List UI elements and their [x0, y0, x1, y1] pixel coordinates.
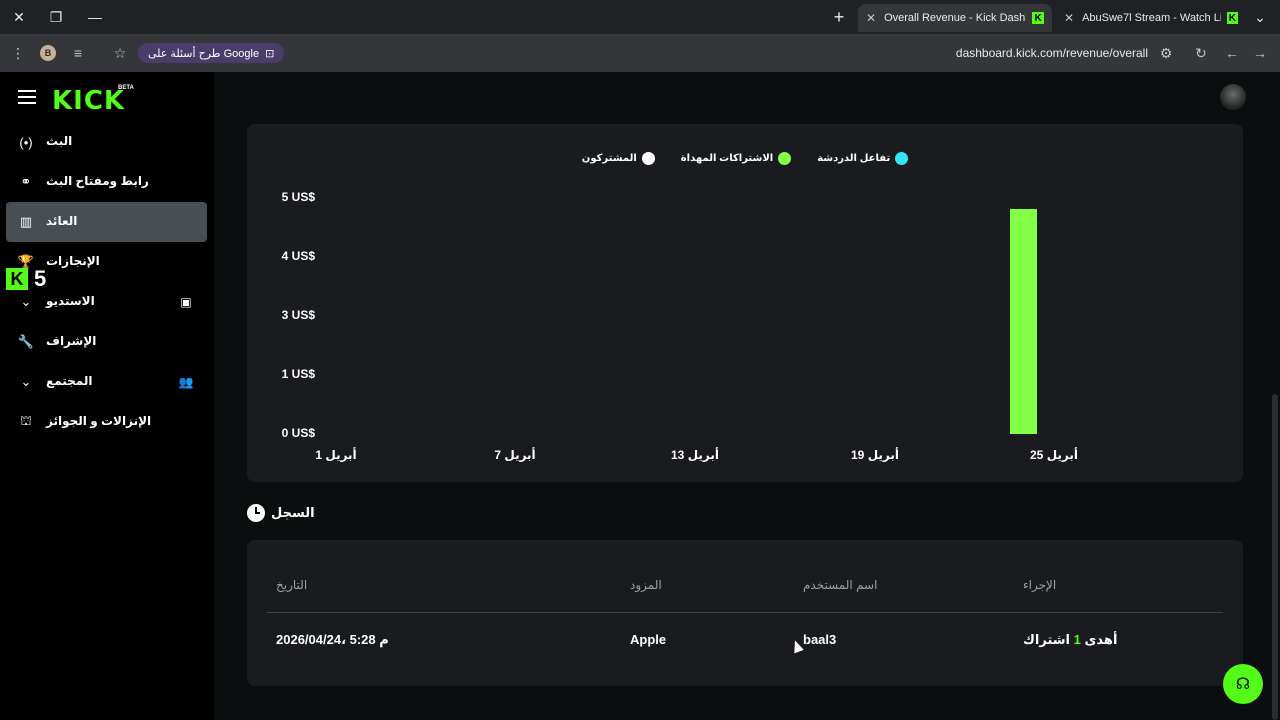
google-ask-chip[interactable]: طرح أسئلة على Google ⊡	[138, 43, 285, 63]
tab-title: Overall Revenue - Kick Dashboard	[884, 12, 1026, 24]
revenue-icon: ▥	[19, 214, 33, 229]
kick-favicon-icon: K	[1032, 12, 1044, 24]
legend-dot	[895, 152, 909, 165]
bookmark-star-icon[interactable]: ☆	[110, 43, 130, 63]
x-tick-label: أبريل 7	[494, 448, 536, 462]
tab-search-icon[interactable]: ⌄	[1250, 6, 1270, 28]
y-tick-label: 5 US$	[281, 190, 315, 204]
link-icon: ⚭	[20, 174, 32, 189]
column-header-action: الإجراء	[1023, 578, 1057, 592]
x-tick-label: أبريل 1	[315, 448, 357, 462]
sidebar-item-label: الإنزالات و الجوائز	[46, 414, 152, 428]
x-tick-label: أبريل 25	[1030, 448, 1078, 462]
table-divider	[267, 612, 1223, 613]
sidebar-item-label: الإشراف	[46, 334, 97, 348]
legend-item-subscribers[interactable]: المشتركون	[582, 152, 655, 165]
tune-icon[interactable]: ≡	[68, 43, 88, 63]
sidebar-item-label: الإنجازات	[46, 254, 100, 268]
cell-action: أهدى 1 اشتراك	[1023, 632, 1117, 648]
beta-badge: BETA	[118, 85, 134, 91]
overlay-count: 5	[34, 266, 47, 291]
chart-legend: تفاعل الدردشة الاشتراكات المهداة المشترك…	[247, 152, 1243, 165]
cell-username: baal3	[803, 632, 837, 647]
hamburger-menu-icon[interactable]	[18, 90, 36, 104]
studio-icon: ▣	[180, 295, 192, 309]
chevron-down-icon: ⌄	[20, 294, 32, 309]
headset-icon: ☊	[1235, 676, 1251, 693]
y-tick-label: 4 US$	[281, 249, 315, 263]
legend-item-gifted-subs[interactable]: الاشتراكات المهداة	[680, 152, 792, 165]
legend-dot	[641, 152, 655, 165]
more-menu-icon[interactable]: ⋮	[8, 43, 28, 63]
sidebar: KICK BETA (•) البث ⚭ رابط ومفتاح البث ▥ …	[0, 72, 214, 720]
sidebar-item-stream-key[interactable]: ⚭ رابط ومفتاح البث	[6, 162, 207, 202]
wrench-icon: 🔧	[17, 334, 35, 349]
minimize-window-icon[interactable]: —	[84, 6, 106, 28]
support-chat-button[interactable]: ☊	[1223, 664, 1263, 704]
y-tick-label: 0 US$	[281, 426, 315, 440]
broadcast-icon: (•)	[19, 134, 33, 150]
sidebar-item-broadcast[interactable]: (•) البث	[6, 122, 207, 162]
legend-dot	[778, 152, 792, 165]
y-tick-label: 1 US$	[281, 367, 315, 381]
x-tick-label: أبريل 19	[851, 448, 899, 462]
back-icon[interactable]: →	[1250, 43, 1270, 63]
action-count: 1	[1073, 632, 1081, 647]
tab-title: AbuSwe7l Stream - Watch Live	[1082, 12, 1221, 24]
kick-logo[interactable]: KICK	[52, 86, 125, 116]
close-tab-icon[interactable]: ✕	[1064, 11, 1074, 25]
sidebar-item-community[interactable]: ⌄ المجتمع 👥	[6, 362, 207, 402]
history-header: السجل	[247, 504, 315, 522]
tab-overall-revenue[interactable]: ✕ Overall Revenue - Kick Dashboard K	[858, 4, 1052, 32]
x-tick-label: أبريل 13	[671, 448, 719, 462]
profile-avatar[interactable]: B	[40, 45, 56, 61]
sidebar-item-label: المجتمع	[46, 374, 93, 388]
revenue-chart-card: تفاعل الدردشة الاشتراكات المهداة المشترك…	[247, 124, 1243, 482]
sidebar-item-label: البث	[46, 134, 73, 148]
history-table: التاريخ المزود اسم المستخدم الإجراء 2026…	[247, 540, 1243, 686]
sidebar-item-moderation[interactable]: 🔧 الإشراف	[6, 322, 207, 362]
y-tick-label: 3 US$	[281, 308, 315, 322]
kick-favicon-icon: K	[1226, 12, 1238, 24]
page-scrollbar[interactable]	[1272, 394, 1278, 720]
chevron-down-icon: ⌄	[20, 374, 32, 389]
column-header-date: التاريخ	[276, 578, 308, 592]
site-settings-icon[interactable]: ⚙	[1156, 43, 1176, 63]
browser-tab-bar: ✕ ❐ — + ✕ Overall Revenue - Kick Dashboa…	[0, 0, 1280, 34]
sidebar-item-label: العائد	[46, 214, 78, 228]
action-prefix: أهدى	[1084, 632, 1118, 647]
address-bar[interactable]: dashboard.kick.com/revenue/overall	[900, 46, 1148, 60]
clock-icon	[247, 504, 265, 522]
close-tab-icon[interactable]: ✕	[866, 11, 876, 25]
tab-abuswe7l-stream[interactable]: ✕ AbuSwe7l Stream - Watch Live K	[1056, 4, 1246, 32]
sidebar-item-label: رابط ومفتاح البث	[46, 174, 149, 188]
legend-label: تفاعل الدردشة	[817, 153, 891, 164]
legend-label: الاشتراكات المهداة	[680, 153, 774, 164]
history-title: السجل	[271, 505, 315, 520]
chip-label: طرح أسئلة على Google	[148, 47, 260, 60]
sidebar-item-label: الاستديو	[46, 294, 95, 308]
action-suffix: اشتراك	[1023, 632, 1071, 647]
dashboard-page: KICK BETA (•) البث ⚭ رابط ومفتاح البث ▥ …	[0, 72, 1280, 720]
restore-window-icon[interactable]: ❐	[45, 6, 67, 28]
legend-item-chat-engagement[interactable]: تفاعل الدردشة	[817, 152, 909, 165]
kick-count-overlay: K 5	[6, 266, 46, 292]
user-avatar[interactable]	[1220, 84, 1246, 110]
cell-date: 2026/04/24، 5:28 م	[276, 632, 389, 647]
new-tab-button[interactable]: +	[828, 6, 850, 28]
drops-icon: ⛫	[20, 413, 32, 428]
forward-icon[interactable]: ←	[1222, 43, 1242, 63]
column-header-provider: المزود	[630, 578, 662, 592]
lens-icon: ⊡	[265, 47, 275, 60]
close-window-icon[interactable]: ✕	[8, 6, 30, 28]
sidebar-item-drops[interactable]: ⛫ الإنزالات و الجوائز	[6, 402, 207, 442]
legend-label: المشتركون	[581, 153, 637, 164]
sidebar-item-revenue[interactable]: ▥ العائد	[6, 202, 207, 242]
chart-bar-gifted-subs[interactable]	[1010, 208, 1037, 434]
cell-provider: Apple	[630, 632, 667, 647]
community-icon: 👥	[178, 375, 194, 389]
reload-icon[interactable]: ↻	[1191, 43, 1211, 63]
column-header-username: اسم المستخدم	[803, 578, 878, 592]
kick-overlay-logo: K	[6, 268, 28, 290]
